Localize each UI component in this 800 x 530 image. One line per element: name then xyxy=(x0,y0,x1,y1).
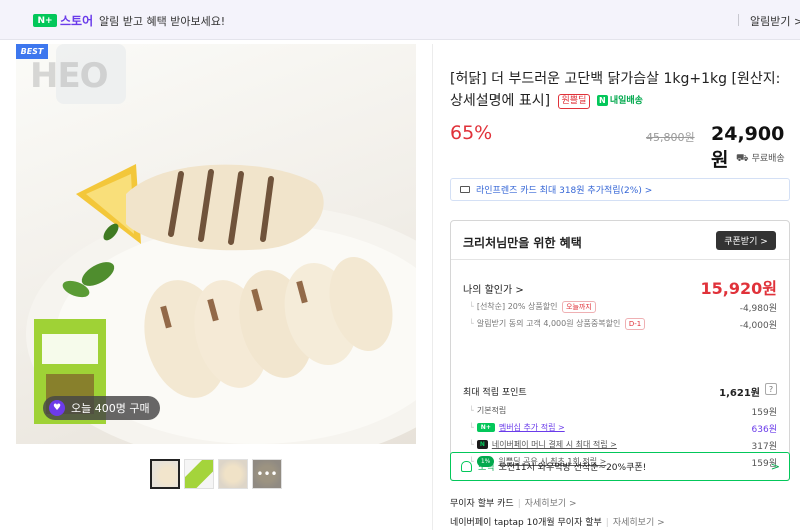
point-row-basic: └ 기본적립 xyxy=(469,406,507,415)
points-label: 최대 적립 포인트 xyxy=(463,388,527,398)
point-row-npay[interactable]: └ N 네이버페이 머니 결제 시 최대 적립 > xyxy=(469,439,617,450)
installment-row-1: 무이자 할부 카드 | 자세히보기 > xyxy=(450,499,577,509)
bell-icon xyxy=(461,461,472,472)
benefits-divider xyxy=(451,259,789,260)
shopping-bag-icon: ♥ xyxy=(49,400,65,416)
discount-tag: D-1 xyxy=(624,318,646,330)
alert-subscribe-button[interactable]: 알림받기 > xyxy=(750,13,800,29)
discount-value: -4,000원 xyxy=(739,321,777,331)
thumbnail-1[interactable] xyxy=(150,459,180,489)
point-label: 기본적립 xyxy=(476,406,507,415)
my-discount-link[interactable]: 나의 할인가 > xyxy=(463,281,524,296)
thumbnail-2[interactable] xyxy=(184,459,214,489)
installment-row-2: 네이버페이 taptap 10개월 무이자 할부 | 자세히보기 > xyxy=(450,518,665,528)
points-value: 1,621원 xyxy=(719,388,760,399)
store-label: 스토어 xyxy=(60,14,94,28)
get-coupon-button[interactable]: 쿠폰받기 > xyxy=(716,231,776,250)
shipping-info: ⛟ 무료배송 xyxy=(736,151,785,166)
discount-tag: 오늘까지 xyxy=(562,301,596,313)
naver-pay-icon: N xyxy=(476,440,488,449)
installment-label: 네이버페이 taptap 10개월 무이자 할부 xyxy=(450,518,602,528)
original-price: 45,800원 xyxy=(646,131,695,144)
brand-watermark: HEO xyxy=(30,56,109,96)
discount-row-1: └ [선착순] 20% 상품할인 오늘까지 xyxy=(469,301,596,313)
discount-rate: 65% xyxy=(450,122,493,144)
truck-icon: ⛟ xyxy=(736,153,749,164)
point-row-membership[interactable]: └ N+ 멤버십 추가 적립 > xyxy=(469,422,565,433)
chicken-breast-photo xyxy=(26,44,416,444)
discount-value: -4,980원 xyxy=(739,304,777,314)
naver-plus-icon: N+ xyxy=(476,423,495,432)
discount-label: [선착순] 20% 상품할인 xyxy=(476,302,558,311)
thumbnail-3[interactable] xyxy=(218,459,248,489)
promo-prefix: 소식 xyxy=(478,463,495,473)
point-value: 159원 xyxy=(751,408,777,418)
naver-n-icon: N xyxy=(596,95,608,106)
shipping-label: 무료배송 xyxy=(751,154,785,164)
benefits-title: 크리처님만을 위한 혜택 xyxy=(463,236,582,250)
thumbnail-more[interactable]: ••• xyxy=(252,459,282,489)
today-purchase-badge: ♥ 오늘 400명 구매 xyxy=(43,396,160,420)
today-purchase-text: 오늘 400명 구매 xyxy=(71,402,150,415)
credit-card-icon xyxy=(460,186,470,193)
point-value: 317원 xyxy=(751,442,777,452)
tomorrow-delivery-label: 내일배송 xyxy=(609,96,643,106)
live-promo-banner[interactable]: 소식 오전11시 와우먹방 선착순~20%쿠폰! > xyxy=(450,452,790,481)
product-main-image[interactable]: BEST HEO ♥ 오늘 400명 구매 xyxy=(16,44,416,444)
promo-text: 오전11시 와우먹방 선착순~20%쿠폰! xyxy=(498,463,647,473)
installment-label: 무이자 할부 카드 xyxy=(450,499,514,509)
card-promo-text: 라인프렌즈 카드 최대 318원 추가적립(2%) > xyxy=(476,186,653,196)
point-label: 멤버십 추가 적립 > xyxy=(498,423,565,432)
discount-row-2: └ 알림받기 동의 고객 4,000원 상품중복할인 D-1 xyxy=(469,318,646,330)
more-icon: ••• xyxy=(253,460,281,488)
notification-banner: N+ 스토어 알림 받고 혜택 받아보세요! 알림받기 > xyxy=(0,0,800,40)
chevron-right-icon: > xyxy=(770,460,780,473)
banner-text: 알림 받고 혜택 받아보세요! xyxy=(99,15,226,28)
help-icon[interactable]: ? xyxy=(765,383,777,395)
tomorrow-delivery-badge: N 내일배송 xyxy=(596,90,643,112)
my-discount-price: 15,920원 xyxy=(700,279,777,298)
details-link[interactable]: 자세히보기 > xyxy=(613,518,665,528)
card-promo-link[interactable]: 라인프렌즈 카드 최대 318원 추가적립(2%) > xyxy=(450,178,790,201)
naver-plus-logo: N+ xyxy=(33,14,57,27)
benefits-box: 크리처님만을 위한 혜택 쿠폰받기 > 나의 할인가 > 15,920원 └ [선… xyxy=(450,220,790,481)
discount-label: 알림받기 동의 고객 4,000원 상품중복할인 xyxy=(476,319,621,328)
wonderdeal-badge: 원쁠딜 xyxy=(557,94,591,109)
product-info-panel: [허닭] 더 부드러운 고단백 닭가슴살 1kg+1kg [원산지:상세설명에 … xyxy=(432,44,800,530)
point-label: 네이버페이 머니 결제 시 최대 적립 > xyxy=(491,440,617,449)
product-title: [허닭] 더 부드러운 고단백 닭가슴살 1kg+1kg [원산지:상세설명에 … xyxy=(450,68,790,112)
banner-divider xyxy=(738,14,739,26)
details-link[interactable]: 자세히보기 > xyxy=(525,499,577,509)
thumbnail-strip: ••• xyxy=(150,459,282,489)
point-value: 636원 xyxy=(751,425,777,435)
